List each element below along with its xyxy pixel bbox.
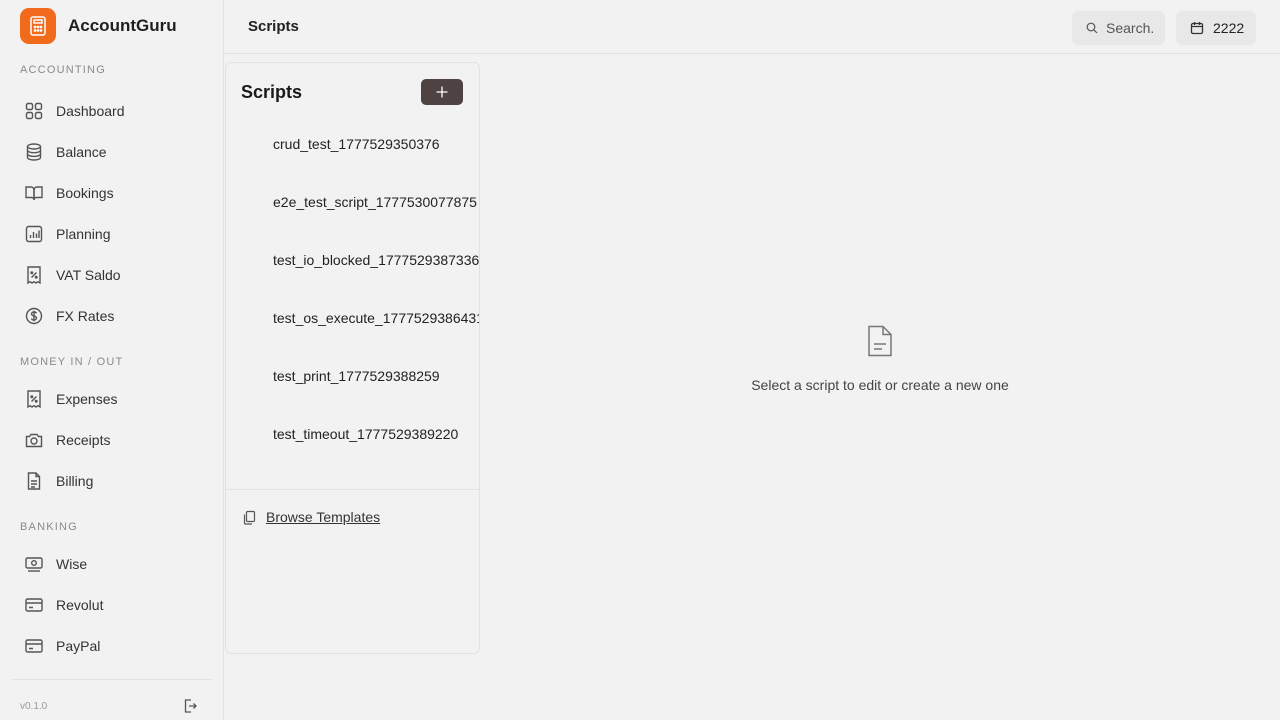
logout-icon[interactable]	[182, 698, 198, 714]
sidebar-item-planning[interactable]: Planning	[12, 213, 212, 254]
plus-icon	[436, 86, 448, 98]
sidebar-item-vat-saldo[interactable]: VAT Saldo	[12, 254, 212, 295]
script-item[interactable]: e2e_test_script_1777530077875	[226, 173, 479, 231]
calendar-icon	[1190, 22, 1204, 35]
section-title-banking: BANKING	[20, 521, 78, 533]
sidebar: AccountGuru ACCOUNTING Dashboard Balance…	[0, 0, 224, 720]
sidebar-item-wise[interactable]: Wise	[12, 543, 212, 584]
database-icon	[26, 142, 42, 161]
dollar-icon	[25, 307, 43, 324]
search-button[interactable]: Search.	[1072, 11, 1165, 45]
brand-name: AccountGuru	[68, 16, 177, 35]
sidebar-item-dashboard[interactable]: Dashboard	[12, 90, 212, 131]
file-text-icon	[868, 325, 892, 357]
sidebar-item-revolut[interactable]: Revolut	[12, 584, 212, 625]
page-title: Scripts	[248, 18, 299, 35]
receipt-percent-icon	[27, 265, 41, 284]
top-bar: Scripts Search. 2222	[224, 0, 1280, 54]
sidebar-item-label: Wise	[56, 555, 88, 572]
document-icon	[27, 471, 41, 490]
receipt-percent-icon	[27, 389, 41, 408]
book-icon	[25, 185, 43, 200]
script-item[interactable]: crud_test_1777529350376	[226, 115, 479, 173]
script-list: crud_test_1777529350376 e2e_test_script_…	[226, 115, 479, 463]
grid-icon	[25, 102, 43, 119]
empty-state: Select a script to edit or create a new …	[480, 320, 1280, 393]
add-script-button[interactable]	[421, 79, 463, 105]
sidebar-item-label: Expenses	[56, 390, 118, 407]
sidebar-item-balance[interactable]: Balance	[12, 131, 212, 172]
sidebar-item-label: Balance	[56, 143, 107, 160]
panel-title: Scripts	[241, 82, 303, 102]
sidebar-item-label: Planning	[56, 225, 111, 242]
copy-icon	[243, 510, 256, 525]
sidebar-item-label: Dashboard	[56, 102, 125, 119]
sidebar-item-receipts[interactable]: Receipts	[12, 419, 212, 460]
script-item[interactable]: test_print_1777529388259	[226, 347, 479, 405]
sidebar-item-label: Billing	[56, 472, 94, 489]
section-title-money: MONEY IN / OUT	[20, 356, 124, 368]
sidebar-item-billing[interactable]: Billing	[12, 460, 212, 501]
sidebar-nav: ACCOUNTING Dashboard Balance Bookings Pl…	[12, 62, 212, 664]
calculator-logo-icon	[20, 8, 56, 44]
script-item[interactable]: test_io_blocked_1777529387336	[226, 231, 479, 289]
sidebar-footer: v0.1.0	[12, 679, 212, 720]
sidebar-item-label: Receipts	[56, 431, 111, 448]
browse-templates-link[interactable]: Browse Templates	[242, 509, 380, 525]
sidebar-item-paypal[interactable]: PayPal	[12, 625, 212, 664]
script-item[interactable]: test_timeout_1777529389220	[226, 405, 479, 463]
sidebar-item-label: FX Rates	[56, 307, 115, 324]
divider	[226, 489, 479, 490]
sidebar-item-label: PayPal	[56, 637, 101, 654]
sidebar-item-bookings[interactable]: Bookings	[12, 172, 212, 213]
sidebar-item-fx-rates[interactable]: FX Rates	[12, 295, 212, 336]
sidebar-item-expenses[interactable]: Expenses	[12, 378, 212, 419]
brand[interactable]: AccountGuru	[20, 8, 177, 44]
chart-icon	[25, 225, 43, 242]
empty-state-message: Select a script to edit or create a new …	[751, 377, 1009, 393]
camera-icon	[25, 433, 43, 447]
sidebar-item-label: VAT Saldo	[56, 266, 121, 283]
sidebar-item-label: Bookings	[56, 184, 114, 201]
sidebar-item-label: Revolut	[56, 596, 104, 613]
browse-templates-label: Browse Templates	[266, 509, 381, 525]
scripts-panel: Scripts crud_test_1777529350376 e2e_test…	[225, 62, 480, 654]
year-selector[interactable]: 2222	[1176, 11, 1256, 45]
version-label: v0.1.0	[20, 701, 48, 712]
script-item[interactable]: test_os_execute_1777529386431	[226, 289, 479, 347]
year-value: 2222	[1213, 20, 1245, 36]
search-label: Search.	[1106, 20, 1155, 36]
banknote-icon	[25, 556, 43, 572]
section-title-accounting: ACCOUNTING	[20, 64, 106, 76]
credit-card-icon	[25, 638, 43, 653]
search-icon	[1086, 22, 1098, 34]
credit-card-icon	[25, 597, 43, 612]
